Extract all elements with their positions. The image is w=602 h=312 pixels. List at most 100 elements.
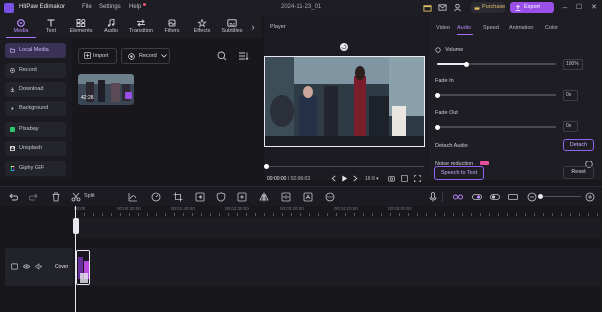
zoom-in-icon[interactable] (585, 192, 595, 202)
tab-text[interactable]: Text (36, 16, 66, 38)
nav-background[interactable]: Background (5, 101, 66, 116)
menu-help[interactable]: Help (129, 4, 141, 10)
reset-button[interactable]: Reset (563, 166, 594, 179)
playback-scrubber[interactable] (264, 164, 269, 169)
link-tracks-icon[interactable] (453, 192, 463, 202)
video-clip[interactable] (76, 250, 90, 285)
gift-icon[interactable] (423, 3, 432, 12)
account-icon[interactable] (453, 3, 462, 12)
zoom-out-icon[interactable] (527, 192, 537, 202)
tab-audio-props[interactable]: Audio (457, 25, 471, 31)
tab-audio[interactable]: Audio (96, 16, 126, 38)
volume-value[interactable]: 100% (563, 59, 583, 70)
tab-speed[interactable]: Speed (483, 25, 499, 31)
tab-media[interactable]: Media (6, 16, 36, 38)
delete-icon[interactable] (51, 192, 61, 202)
snap-icon[interactable] (472, 192, 482, 202)
transition-icon (137, 19, 145, 27)
shield-icon[interactable] (216, 192, 226, 202)
playback-progress-track[interactable] (267, 166, 424, 167)
menu-settings[interactable]: Settings (99, 4, 121, 10)
track-thumb-icon[interactable] (11, 263, 18, 270)
nav-record[interactable]: Record (5, 63, 66, 78)
play-icon[interactable] (341, 175, 348, 182)
tab-transition[interactable]: Transition (126, 16, 156, 38)
ai-tool-icon[interactable] (303, 192, 313, 202)
menu-file[interactable]: File (82, 4, 92, 10)
next-frame-icon[interactable] (352, 175, 359, 182)
volume-slider-knob[interactable] (464, 61, 469, 67)
import-button[interactable]: Import (78, 48, 117, 64)
playhead-handle[interactable] (73, 218, 79, 234)
speedometer-icon[interactable] (151, 192, 161, 202)
timeline-zoom-slider[interactable] (540, 196, 581, 197)
tab-elements[interactable]: Elements (66, 16, 96, 38)
sort-button[interactable] (235, 48, 251, 64)
video-preview[interactable] (264, 56, 425, 147)
maximize-icon[interactable]: ☐ (574, 3, 584, 13)
tab-effects[interactable]: Effects (187, 16, 217, 38)
fade-in-label: Fade In (435, 78, 454, 84)
fade-in-value[interactable]: 0s (563, 90, 578, 101)
audio-detach-icon[interactable] (281, 192, 291, 202)
nav-local-media[interactable]: Local Media (5, 43, 66, 58)
fade-out-knob[interactable] (435, 124, 440, 130)
minimize-icon[interactable]: – (560, 3, 570, 13)
tab-filters[interactable]: Filters (157, 16, 187, 38)
close-icon[interactable]: ✕ (589, 3, 599, 13)
rotate-handle-icon[interactable] (339, 42, 349, 52)
chevron-right-icon[interactable]: › (248, 22, 258, 32)
split-icon[interactable] (71, 192, 81, 202)
detach-button[interactable]: Detach (563, 139, 594, 151)
tab-label: Text (45, 28, 57, 34)
tab-animation[interactable]: Animation (509, 25, 533, 31)
reverse-icon[interactable] (195, 192, 205, 202)
speech-to-text-button[interactable]: Speech to Text (434, 166, 484, 180)
freeze-frame-icon[interactable] (237, 192, 247, 202)
mirror-icon[interactable] (259, 192, 269, 202)
mail-icon[interactable] (438, 3, 447, 12)
nav-giphy[interactable]: Giphy GIF (5, 161, 66, 176)
fade-out-value[interactable]: 0s (563, 121, 578, 132)
prev-frame-icon[interactable] (330, 175, 337, 182)
crop-frame[interactable] (264, 56, 425, 147)
fade-out-slider[interactable] (437, 126, 556, 128)
split-label[interactable]: Split (84, 193, 95, 199)
timeline-zoom-knob[interactable] (538, 194, 543, 199)
microphone-icon[interactable] (428, 192, 438, 202)
ruler-minor-ticks (75, 213, 602, 216)
aspect-ratio-select[interactable]: 16:9 ▾ (365, 176, 379, 182)
export-button[interactable]: Export (510, 2, 554, 13)
preview-quality-icon[interactable] (401, 175, 408, 182)
snapshot-icon[interactable] (388, 175, 395, 182)
main-toolbar: Media Text Elements Audio Transition Fil… (0, 16, 262, 38)
tab-video[interactable]: Video (436, 25, 450, 31)
redo-icon[interactable] (29, 192, 39, 202)
more-tools-icon[interactable] (325, 192, 335, 202)
media-thumbnail[interactable]: 42:28 (78, 74, 134, 105)
tab-label: Transition (129, 28, 153, 34)
undo-icon[interactable] (8, 192, 18, 202)
tab-subtitles[interactable]: Subtitles (217, 16, 247, 38)
purchase-button[interactable]: Purchase (471, 2, 505, 13)
tab-color[interactable]: Color (545, 25, 558, 31)
track-height-icon[interactable] (508, 192, 518, 202)
eye-icon[interactable] (23, 263, 30, 270)
search-button[interactable] (214, 48, 230, 64)
text-track[interactable] (75, 218, 602, 238)
fullscreen-icon[interactable] (414, 175, 421, 182)
fade-in-knob[interactable] (435, 92, 440, 98)
volume-toggle-icon[interactable] (435, 47, 441, 53)
cover-label[interactable]: Cover (55, 264, 68, 270)
nav-unsplash[interactable]: Unsplash (5, 141, 66, 156)
nav-download[interactable]: Download (5, 82, 66, 97)
help-dot-badge (143, 3, 146, 6)
fade-in-slider[interactable] (437, 94, 556, 96)
record-button[interactable]: Record (121, 48, 170, 64)
crop-icon[interactable] (173, 192, 183, 202)
preview-toggle-icon[interactable] (490, 192, 500, 202)
speed-curve-icon[interactable] (128, 192, 138, 202)
mute-icon[interactable] (35, 263, 42, 270)
video-track[interactable] (75, 248, 602, 286)
nav-pixabay[interactable]: Pixabay (5, 122, 66, 137)
